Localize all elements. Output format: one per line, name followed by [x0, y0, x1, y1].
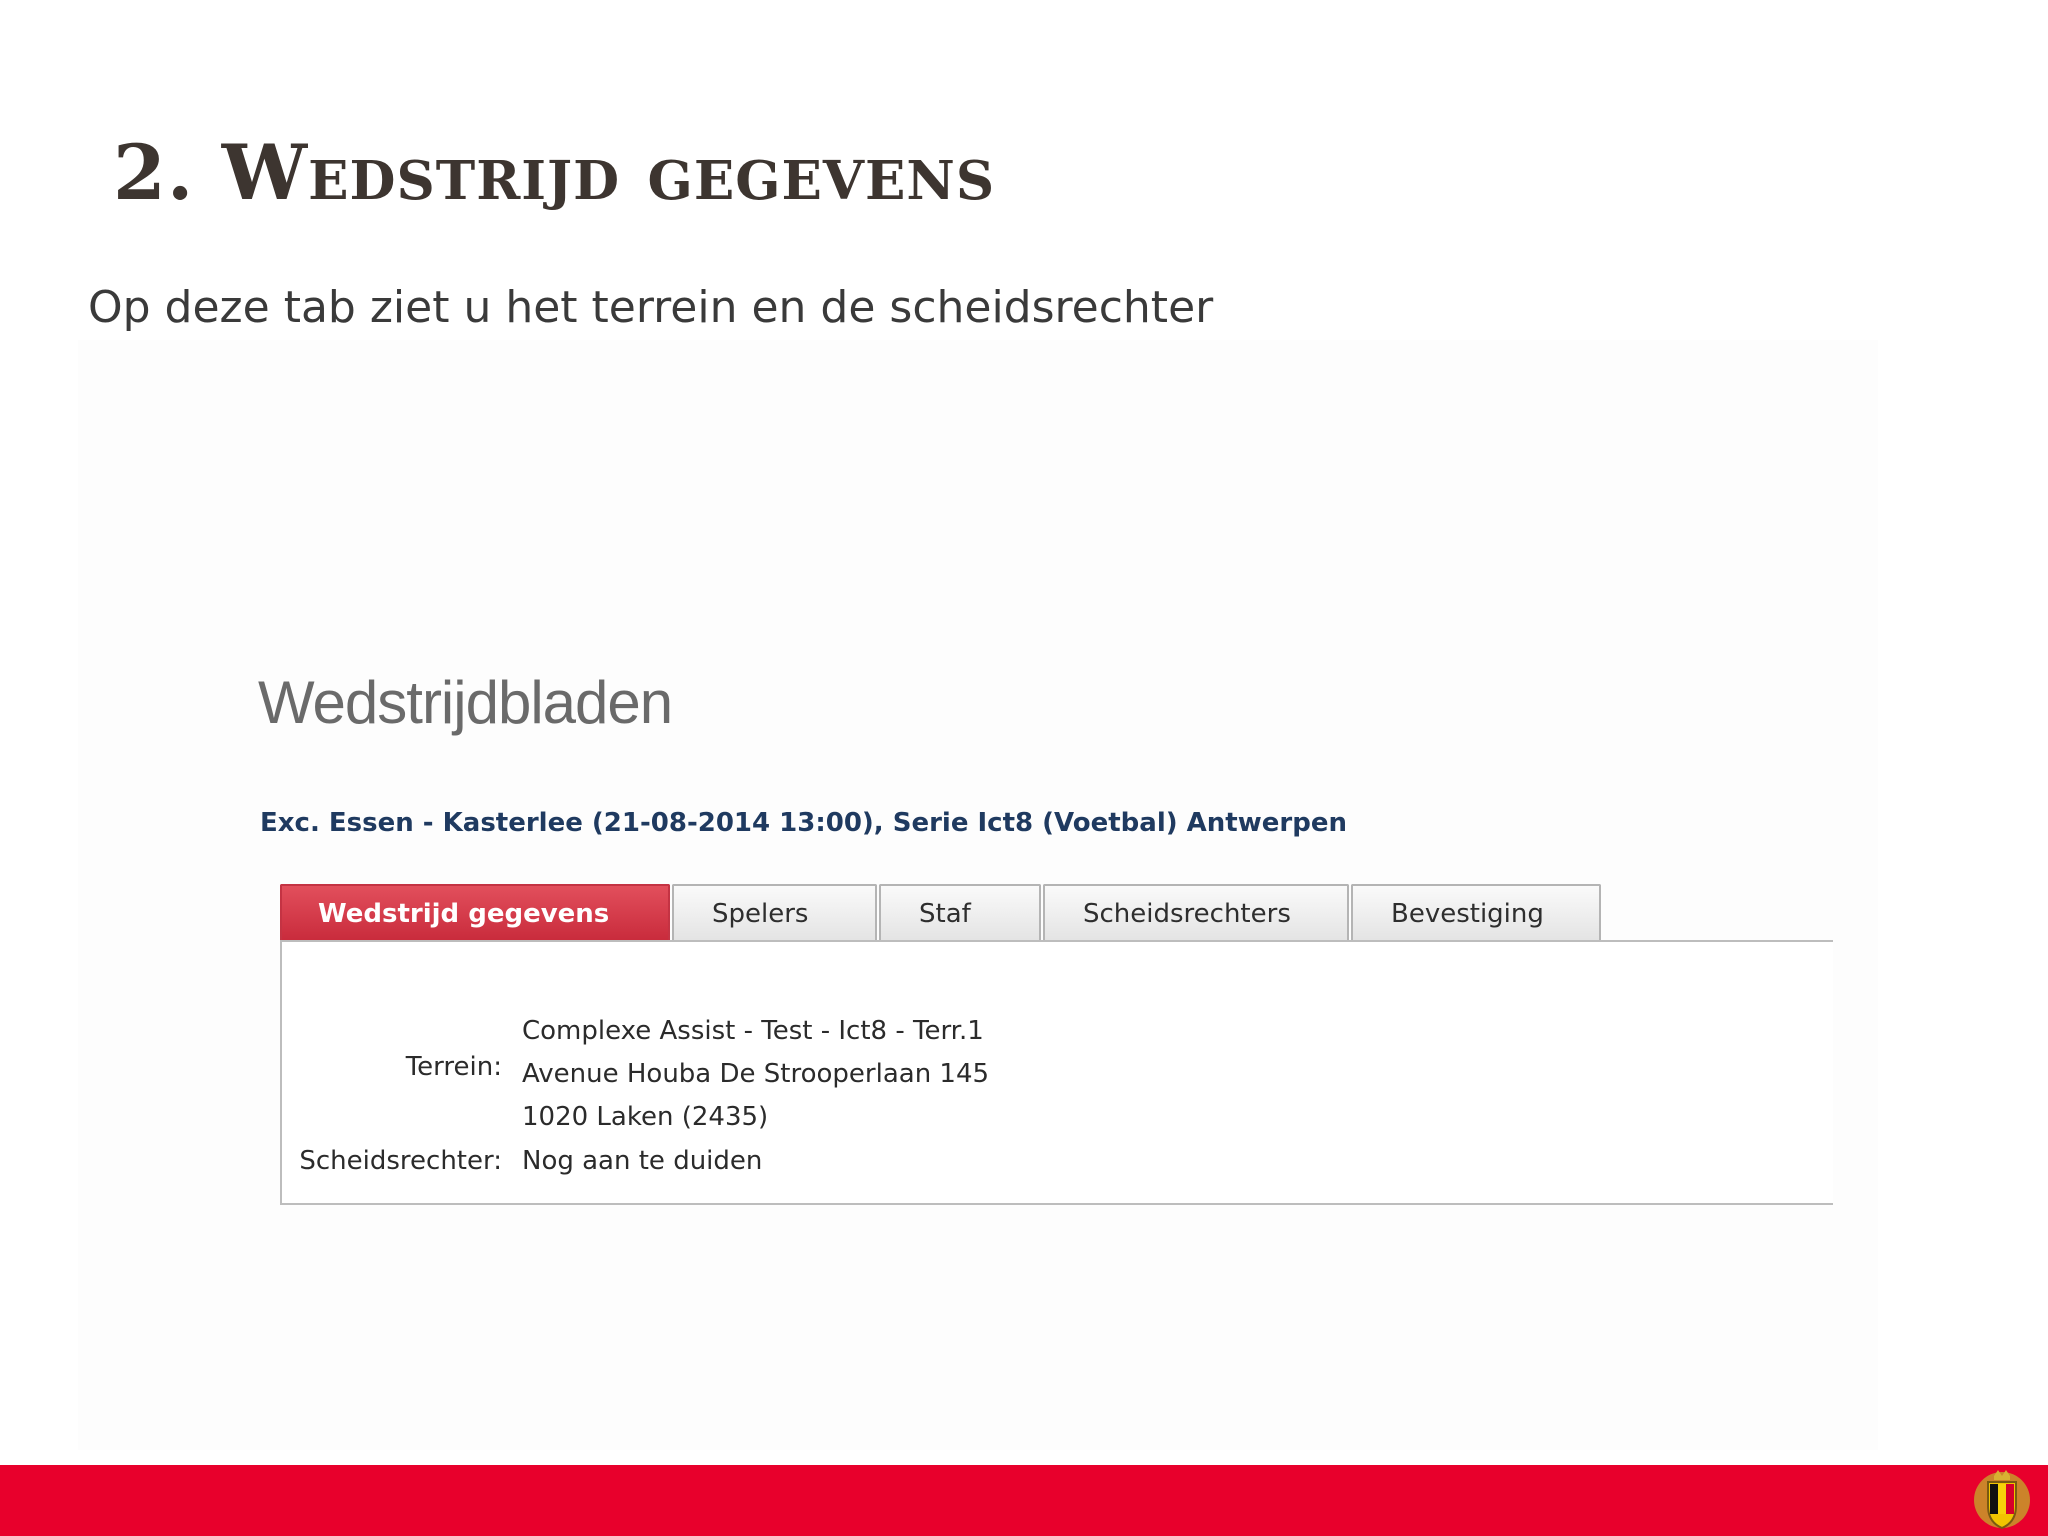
referee-value: Nog aan te duiden — [522, 1146, 763, 1176]
footer-bar — [0, 1465, 2048, 1536]
terrain-line-2: Avenue Houba De Strooperlaan 145 — [522, 1059, 990, 1089]
belgian-crest-icon — [1974, 1470, 2030, 1530]
terrain-line-1: Complexe Assist - Test - Ict8 - Terr.1 — [522, 1016, 984, 1046]
tab-bevestiging[interactable]: Bevestiging — [1351, 884, 1601, 942]
tab-scheidsrechters[interactable]: Scheidsrechters — [1043, 884, 1349, 942]
app-heading: Wedstrijdbladen — [258, 669, 673, 736]
tab-staf[interactable]: Staf — [879, 884, 1041, 942]
terrain-label: Terrein: — [405, 1052, 502, 1082]
tab-spelers[interactable]: Spelers — [672, 884, 877, 942]
referee-label: Scheidsrechter: — [299, 1146, 502, 1176]
terrain-line-3: 1020 Laken (2435) — [522, 1102, 769, 1132]
terrain-value: Complexe Assist - Test - Ict8 - Terr.1 A… — [522, 1010, 989, 1139]
tab-bar: Wedstrijd gegevens Spelers Staf Scheidsr… — [280, 884, 1603, 942]
match-info: Exc. Essen - Kasterlee (21-08-2014 13:00… — [260, 808, 1347, 838]
match-details-panel: Terrein: Complexe Assist - Test - Ict8 -… — [280, 940, 1833, 1205]
slide-subtitle: Op deze tab ziet u het terrein en de sch… — [88, 282, 1214, 333]
tab-wedstrijd-gegevens[interactable]: Wedstrijd gegevens — [280, 884, 670, 942]
slide-title: 2. Wedstrijd gegevens — [113, 128, 996, 217]
